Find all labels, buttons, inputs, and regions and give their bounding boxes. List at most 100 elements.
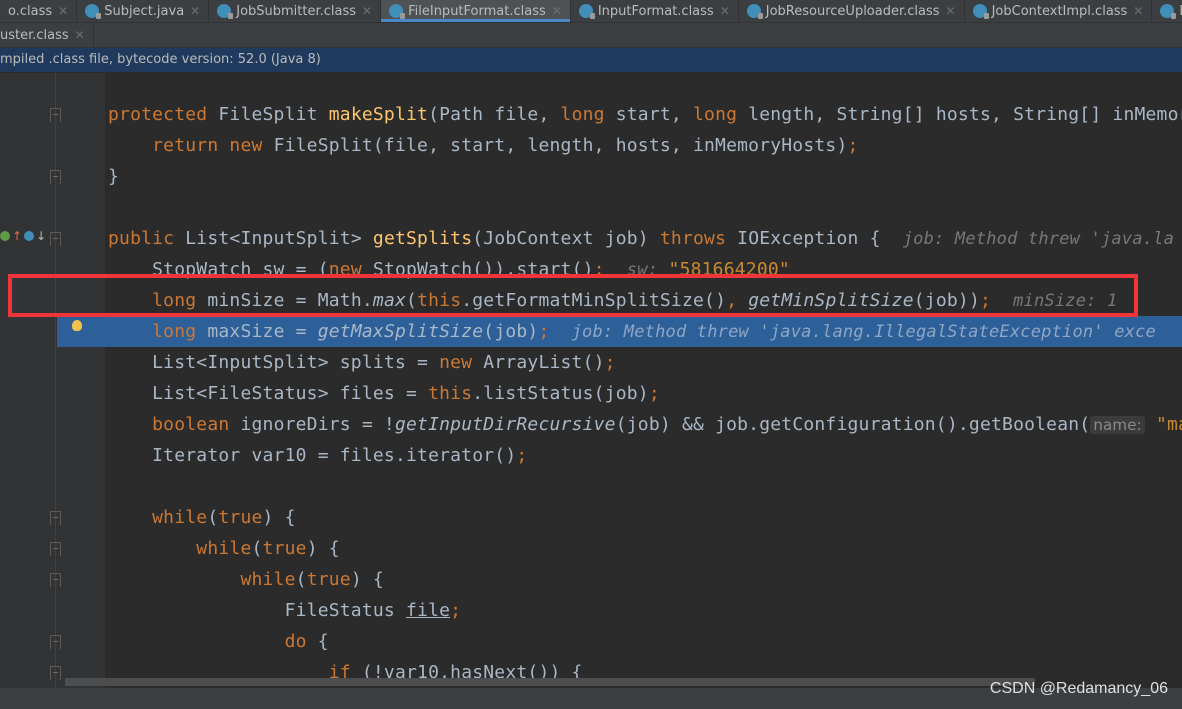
- fold-icon[interactable]: [50, 232, 61, 246]
- watermark: CSDN @Redamancy_06: [989, 680, 1168, 697]
- code-token: ArrayList(): [483, 352, 605, 373]
- code-token: true: [262, 538, 307, 559]
- overrides-icon[interactable]: [24, 231, 35, 241]
- code-token: long: [560, 104, 616, 125]
- code-token: true: [218, 507, 263, 528]
- fold-icon[interactable]: [50, 170, 61, 184]
- code-token: (: [251, 538, 263, 559]
- close-icon[interactable]: ✕: [362, 4, 372, 18]
- tab-jobresourceuploader-class[interactable]: JobResourceUploader.class ✕: [739, 0, 965, 22]
- class-file-icon: [746, 4, 763, 19]
- code-line: List<FileStatus> files = this.listStatus…: [0, 378, 1182, 409]
- tab-label: JobContextImpl.class: [991, 3, 1128, 19]
- code-token: public: [108, 228, 186, 249]
- inline-debug-value: job: Method threw 'java.la: [902, 229, 1175, 249]
- code-token: (: [207, 507, 219, 528]
- close-icon[interactable]: ✕: [1133, 4, 1143, 18]
- tab-label: o.class: [8, 3, 53, 19]
- fold-icon[interactable]: [50, 511, 61, 525]
- fold-icon[interactable]: [50, 635, 61, 649]
- close-icon[interactable]: ✕: [190, 4, 200, 18]
- code-line: }: [0, 161, 1182, 192]
- code-line: Iterator var10 = files.iterator();: [0, 440, 1182, 471]
- code-token: while: [108, 507, 208, 528]
- arrow-down-icon: ↓: [36, 229, 47, 243]
- gutter-markers: ↑ ↓: [0, 229, 46, 243]
- code-line: protected FileSplit makeSplit(Path file,…: [0, 99, 1182, 130]
- editor-tabs-row-1: o.class ✕ Subject.java ✕ JobSubmitter.class ✕…: [0, 0, 1182, 23]
- tab-jobsubmitter-class[interactable]: JobSubmitter.class ✕: [209, 0, 382, 22]
- close-icon[interactable]: ✕: [75, 28, 85, 42]
- code-token: List<InputSplit> splits =: [108, 352, 440, 373]
- tab-label: Subject.java: [104, 3, 185, 19]
- implements-icon[interactable]: [0, 231, 10, 241]
- code-token: while: [108, 569, 296, 590]
- tab-fileoutputformat-clas[interactable]: FileOutputFormat.clas✕: [1152, 0, 1182, 22]
- code-token: getSplits: [372, 228, 473, 249]
- code-line: while(true) {: [0, 502, 1182, 533]
- close-icon[interactable]: ✕: [946, 4, 956, 18]
- code-token: ;: [516, 445, 528, 466]
- code-token: ;: [538, 321, 572, 342]
- tab-o-class[interactable]: o.class ✕: [0, 0, 78, 22]
- decompiled-notice-banner: mpiled .class file, bytecode version: 52…: [0, 48, 1182, 72]
- arrow-up-icon: ↑: [12, 229, 23, 243]
- code-token: protected: [108, 104, 219, 125]
- code-token: return new: [108, 135, 274, 156]
- class-file-icon: [85, 4, 102, 19]
- code-token: .listStatus(job): [472, 383, 649, 404]
- code-token: (job) && job.getConfiguration().getBoole…: [615, 414, 1091, 435]
- code-token: long: [693, 104, 749, 125]
- code-token: ;: [847, 135, 859, 156]
- code-line: long maxSize = getMaxSplitSize(job); job…: [0, 316, 1182, 347]
- code-token: makeSplit: [328, 104, 429, 125]
- tab-label: uster.class: [0, 27, 69, 43]
- fold-icon[interactable]: [50, 108, 61, 122]
- code-token: start,: [615, 104, 693, 125]
- code-token: boolean: [108, 414, 241, 435]
- code-editor[interactable]: protected FileSplit makeSplit(Path file,…: [0, 73, 1182, 688]
- close-icon[interactable]: ✕: [58, 4, 68, 18]
- fold-icon[interactable]: [50, 666, 61, 680]
- code-token: new: [439, 352, 484, 373]
- class-file-icon: [389, 4, 406, 19]
- code-line: while(true) {: [0, 533, 1182, 564]
- fold-icon[interactable]: [50, 542, 61, 556]
- code-token: length, String[] hosts, String[] inMemor: [748, 104, 1182, 125]
- code-token: maxSize =: [207, 321, 318, 342]
- tab-subject-java[interactable]: Subject.java ✕: [77, 0, 210, 22]
- code-token: (Path file,: [428, 104, 561, 125]
- class-file-icon: [1160, 4, 1177, 19]
- tab-label: JobResourceUploader.class: [765, 3, 940, 19]
- code-token: ;: [604, 352, 616, 373]
- code-line: while(true) {: [0, 564, 1182, 595]
- lightbulb-icon[interactable]: [72, 320, 82, 331]
- code-line: do {: [0, 626, 1182, 657]
- code-token: List<InputSplit>: [185, 228, 373, 249]
- close-icon[interactable]: ✕: [720, 4, 730, 18]
- tab-label: FileInputFormat.class: [408, 3, 546, 19]
- tab-inputformat-class[interactable]: InputFormat.class ✕: [571, 0, 739, 22]
- code-token: FileSplit: [218, 104, 329, 125]
- tab-jobcontextimpl-class[interactable]: JobContextImpl.class ✕: [965, 0, 1153, 22]
- horizontal-scrollbar[interactable]: [65, 678, 1035, 686]
- tab-fileinputformat-class[interactable]: FileInputFormat.class ✕: [381, 0, 571, 22]
- code-token: file: [406, 600, 451, 621]
- code-token: ;: [648, 383, 660, 404]
- fold-icon[interactable]: [50, 573, 61, 587]
- tab-label: InputFormat.class: [597, 3, 714, 19]
- class-file-icon: [578, 4, 595, 19]
- code-token: FileSplit(file, start, length, hosts, in…: [273, 135, 848, 156]
- editor-tabs-row-2: uster.class ✕: [0, 23, 1182, 48]
- tab-uster-class[interactable]: uster.class ✕: [0, 23, 94, 47]
- code-token: long: [108, 321, 208, 342]
- code-token: ;: [450, 600, 462, 621]
- code-token: this: [428, 383, 473, 404]
- code-token: throws: [659, 228, 738, 249]
- code-token: while: [108, 538, 252, 559]
- close-icon[interactable]: ✕: [552, 4, 562, 18]
- annotation-red-box: [8, 274, 1138, 317]
- code-token: List<FileStatus> files =: [108, 383, 429, 404]
